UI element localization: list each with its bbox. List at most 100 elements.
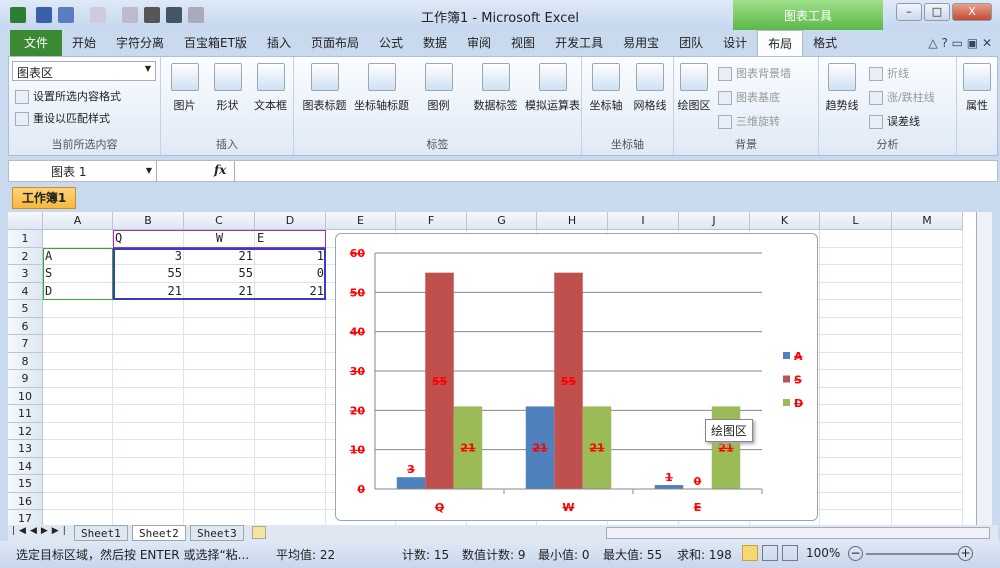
grid-cell[interactable] xyxy=(113,352,184,370)
row-header[interactable]: 2 xyxy=(8,247,43,265)
zoom-out-icon[interactable]: − xyxy=(848,546,863,561)
select-all[interactable] xyxy=(8,212,43,230)
tab-1[interactable]: 开始 xyxy=(62,30,106,56)
grid-cell[interactable] xyxy=(43,457,113,475)
column-header[interactable]: D xyxy=(255,212,326,230)
grid-cell[interactable] xyxy=(113,475,184,493)
grid-cell[interactable] xyxy=(255,387,326,405)
grid-cell[interactable] xyxy=(820,440,892,458)
row-header[interactable]: 1 xyxy=(8,230,43,248)
grid-cell[interactable] xyxy=(255,440,326,458)
legend-entry[interactable]: D xyxy=(794,397,803,410)
vertical-scrollbar[interactable] xyxy=(976,212,992,525)
grid-cell[interactable] xyxy=(184,510,255,525)
grid-cell[interactable] xyxy=(892,335,963,353)
grid-cell[interactable] xyxy=(184,457,255,475)
page-layout-view-icon[interactable] xyxy=(762,545,778,561)
grid-cell[interactable] xyxy=(255,510,326,525)
lines-button[interactable]: 折线 xyxy=(869,65,909,81)
grid-cell[interactable] xyxy=(113,317,184,335)
grid-cell[interactable] xyxy=(892,247,963,265)
column-header[interactable]: I xyxy=(608,212,679,230)
tab-13[interactable]: 设计 xyxy=(713,30,757,56)
row-header[interactable]: 14 xyxy=(8,457,43,475)
sheet-tab-sheet2[interactable]: Sheet2 xyxy=(132,525,186,541)
grid-cell[interactable] xyxy=(255,475,326,493)
help-icon[interactable]: △ ? ▭ ▣ ✕ xyxy=(928,36,992,50)
ribbon-button-0[interactable]: 坐标轴 xyxy=(584,63,628,113)
grid-cell[interactable] xyxy=(892,370,963,388)
column-header[interactable]: L xyxy=(820,212,892,230)
tab-10[interactable]: 开发工具 xyxy=(545,30,613,56)
grid-cell[interactable] xyxy=(43,230,113,248)
column-header[interactable]: K xyxy=(750,212,820,230)
row-header[interactable]: 10 xyxy=(8,387,43,405)
column-header[interactable]: J xyxy=(679,212,750,230)
grid-cell[interactable] xyxy=(892,265,963,283)
reset-style-button[interactable]: 重设以匹配样式 xyxy=(15,110,110,126)
tab-4[interactable]: 插入 xyxy=(257,30,301,56)
grid-cell[interactable] xyxy=(255,492,326,510)
grid-cell[interactable] xyxy=(892,230,963,248)
insert-sheet-icon[interactable] xyxy=(252,526,266,539)
grid-cell[interactable] xyxy=(892,457,963,475)
properties-button[interactable]: 属性 xyxy=(959,63,995,113)
grid-cell[interactable] xyxy=(892,352,963,370)
grid-cell[interactable] xyxy=(255,405,326,423)
grid-cell[interactable] xyxy=(113,457,184,475)
ribbon-button-1[interactable]: 坐标轴标题 xyxy=(353,63,410,113)
grid-cell[interactable] xyxy=(820,475,892,493)
grid-cell[interactable] xyxy=(184,317,255,335)
grid-cell[interactable] xyxy=(820,387,892,405)
grid-cell[interactable] xyxy=(892,440,963,458)
grid-cell[interactable] xyxy=(820,247,892,265)
tab-12[interactable]: 团队 xyxy=(669,30,713,56)
error-bars-button[interactable]: 误差线 xyxy=(869,113,920,129)
ribbon-button-0[interactable]: 图片 xyxy=(163,63,206,113)
row-header[interactable]: 5 xyxy=(8,300,43,318)
grid-cell[interactable] xyxy=(113,300,184,318)
sheet-tab-sheet1[interactable]: Sheet1 xyxy=(74,525,128,541)
row-header[interactable]: 3 xyxy=(8,265,43,283)
grid-cell[interactable] xyxy=(43,405,113,423)
grid-cell[interactable] xyxy=(184,300,255,318)
tab-5[interactable]: 页面布局 xyxy=(301,30,369,56)
grid-cell[interactable] xyxy=(820,422,892,440)
minimize-button[interactable]: – xyxy=(896,3,922,21)
grid-cell[interactable] xyxy=(892,282,963,300)
grid-cell[interactable] xyxy=(184,387,255,405)
grid-cell[interactable] xyxy=(820,405,892,423)
row-header[interactable]: 15 xyxy=(8,475,43,493)
ribbon-button-1[interactable]: 形状 xyxy=(206,63,249,113)
tab-9[interactable]: 视图 xyxy=(501,30,545,56)
bar-A-E[interactable] xyxy=(654,485,684,489)
grid-cell[interactable] xyxy=(43,317,113,335)
row-header[interactable]: 11 xyxy=(8,405,43,423)
tab-6[interactable]: 公式 xyxy=(369,30,413,56)
grid-cell[interactable] xyxy=(184,492,255,510)
grid-cell[interactable] xyxy=(820,457,892,475)
grid-cell[interactable] xyxy=(184,352,255,370)
legend-entry[interactable]: S xyxy=(794,374,802,387)
page-break-view-icon[interactable] xyxy=(782,545,798,561)
ribbon-button-2[interactable]: 图例 xyxy=(410,63,467,113)
grid-cell[interactable] xyxy=(820,282,892,300)
grid-cell[interactable] xyxy=(184,370,255,388)
grid-cell[interactable] xyxy=(113,387,184,405)
row-header[interactable]: 13 xyxy=(8,440,43,458)
grid-cell[interactable] xyxy=(892,492,963,510)
grid-cell[interactable] xyxy=(184,422,255,440)
restore-button[interactable]: □ xyxy=(924,3,950,21)
chart-wall-button[interactable]: 图表背景墙 xyxy=(718,65,791,81)
grid-cell[interactable] xyxy=(184,335,255,353)
ribbon-button-3[interactable]: 数据标签 xyxy=(467,63,524,113)
formula-input[interactable] xyxy=(234,161,997,181)
sheet-nav-arrows[interactable]: |◀◀▶▶| xyxy=(12,526,70,536)
grid-cell[interactable] xyxy=(43,370,113,388)
tab-14[interactable]: 布局 xyxy=(757,30,804,56)
grid-cell[interactable] xyxy=(184,440,255,458)
plot-area-button[interactable]: 绘图区 xyxy=(674,63,714,113)
grid-cell[interactable] xyxy=(820,230,892,248)
ribbon-button-1[interactable]: 网格线 xyxy=(628,63,672,113)
column-header[interactable]: C xyxy=(184,212,255,230)
